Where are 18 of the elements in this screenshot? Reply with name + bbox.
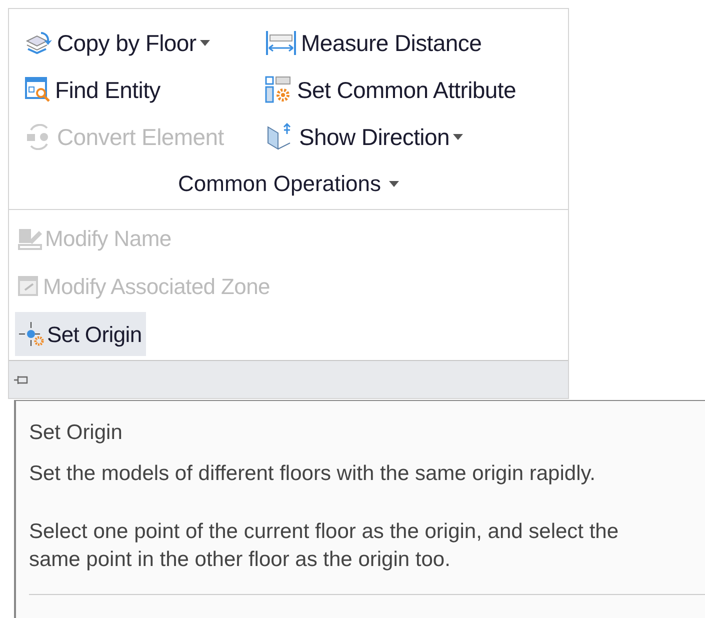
tool-button[interactable]: Measure Distance — [265, 25, 552, 61]
window-edit-icon — [17, 274, 41, 298]
tool-button[interactable]: Find Entity — [25, 72, 265, 108]
tool-button[interactable]: Show Direction — [265, 119, 552, 155]
tool-button[interactable]: Copy by Floor — [25, 25, 265, 61]
menu-item[interactable]: Set Origin — [15, 312, 146, 356]
caret-icon — [388, 180, 399, 186]
tool-button[interactable]: Set Common Attribute — [265, 72, 552, 108]
caret-icon — [200, 40, 210, 46]
group-label[interactable]: Common Operations — [178, 167, 399, 200]
tooltip-title: Set Origin — [29, 420, 124, 446]
caret-icon — [453, 134, 464, 140]
grid-gear-icon — [265, 76, 293, 104]
tooltip-text: Set the models of different floors with the same origin rapidly. — [29, 461, 597, 487]
layers-icon — [25, 31, 53, 55]
ruler-icon — [265, 30, 297, 56]
tooltip-text: Select one point of the current floor as the origin, and select the same point in the other floor as the origin too. — [29, 519, 620, 573]
origin-gear-icon — [17, 321, 45, 347]
